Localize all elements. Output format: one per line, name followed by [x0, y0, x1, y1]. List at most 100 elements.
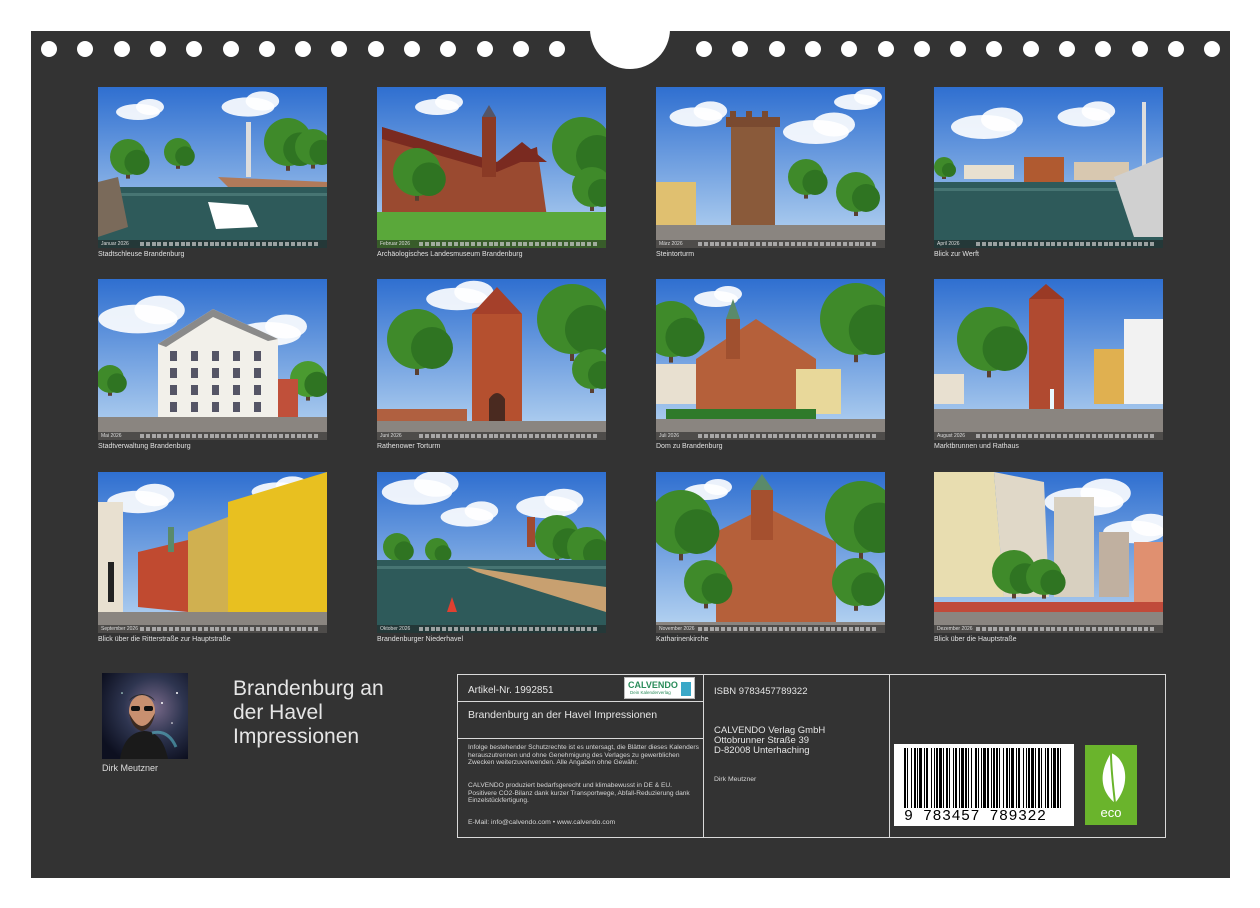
day-cell	[564, 434, 568, 438]
calendar-strip: Juli 2026	[656, 432, 885, 440]
photo-caption: Stadtschleuse Brandenburg	[98, 251, 185, 258]
contact-line: E-Mail: info@calvendo.com • www.calvendo…	[468, 819, 616, 826]
day-cell	[1068, 242, 1073, 246]
day-cell	[523, 434, 528, 438]
day-cell	[1144, 242, 1149, 246]
day-cell	[1144, 434, 1149, 438]
binding-hole	[512, 41, 529, 57]
day-cell	[267, 434, 272, 438]
day-cell	[848, 434, 853, 438]
calendar-strip: Mai 2026	[98, 432, 327, 440]
day-cell	[552, 434, 557, 438]
day-cell	[1132, 242, 1137, 246]
day-cell	[773, 434, 778, 438]
binding-hole	[986, 41, 1003, 57]
day-cell	[535, 627, 539, 631]
day-cell	[174, 242, 179, 246]
day-cell	[860, 434, 865, 438]
day-cell	[273, 434, 278, 438]
day-cell	[169, 242, 173, 246]
photo-caption: Brandenburger Niederhavel	[377, 636, 463, 643]
day-cell	[808, 242, 813, 246]
binding-hole	[222, 41, 239, 57]
day-cell	[453, 627, 458, 631]
day-cell	[459, 627, 464, 631]
day-cell	[1063, 242, 1067, 246]
title-line-3: Impressionen	[233, 725, 360, 748]
day-cell	[232, 627, 237, 631]
calvendo-logo-subtitle: Dein Kalenderverlag	[630, 690, 671, 695]
day-cell	[314, 242, 318, 246]
day-cell	[843, 242, 847, 246]
day-cell	[993, 242, 998, 246]
day-cell	[1005, 242, 1009, 246]
day-cell	[546, 434, 551, 438]
day-cell	[814, 627, 818, 631]
day-cell	[169, 627, 173, 631]
day-cell	[1086, 242, 1091, 246]
day-cell	[500, 434, 505, 438]
day-cell	[1051, 242, 1056, 246]
day-cell	[151, 242, 156, 246]
binding-hole	[1059, 41, 1075, 57]
day-cell	[1097, 242, 1102, 246]
day-cell	[761, 627, 766, 631]
month-label: Februar 2026	[380, 241, 411, 247]
day-cell	[267, 627, 272, 631]
day-cell	[145, 242, 150, 246]
day-cell	[831, 242, 836, 246]
day-cell	[866, 627, 871, 631]
day-cell	[587, 434, 592, 438]
day-cell	[465, 434, 470, 438]
day-cell	[302, 434, 307, 438]
day-cell	[1097, 434, 1102, 438]
binding-hole	[113, 41, 130, 57]
binding-hole	[732, 41, 749, 57]
day-cell	[738, 627, 743, 631]
day-cell	[523, 627, 528, 631]
day-cell	[981, 434, 986, 438]
day-cell	[500, 627, 505, 631]
binding-hole	[476, 41, 493, 57]
day-cell	[215, 627, 220, 631]
day-cell	[860, 242, 865, 246]
day-cell	[819, 434, 824, 438]
day-cell	[273, 627, 278, 631]
day-cell	[779, 242, 784, 246]
day-cell	[564, 242, 568, 246]
day-cell	[500, 242, 505, 246]
day-cell	[987, 434, 992, 438]
photo-caption: Dom zu Brandenburg	[656, 443, 723, 450]
day-cell	[488, 627, 493, 631]
day-cell	[703, 434, 708, 438]
day-cell	[198, 242, 202, 246]
day-cell	[1086, 627, 1091, 631]
day-cell	[488, 434, 493, 438]
day-cell	[453, 434, 458, 438]
day-cell	[215, 242, 220, 246]
day-cell	[558, 434, 563, 438]
day-cell	[1080, 242, 1085, 246]
day-cell	[1039, 242, 1044, 246]
binding-hole	[549, 41, 566, 57]
day-cell	[482, 627, 487, 631]
day-cell	[848, 627, 853, 631]
day-cell	[819, 627, 824, 631]
day-cell	[477, 242, 481, 246]
eco-badge: eco	[1085, 745, 1137, 825]
day-cell	[727, 434, 731, 438]
barcode: 9 783457 789322	[894, 744, 1074, 826]
day-cell	[796, 627, 801, 631]
day-cell	[587, 627, 592, 631]
day-cell	[494, 242, 499, 246]
article-number: Artikel-Nr. 1992851	[468, 685, 554, 696]
day-cell	[981, 627, 986, 631]
calvendo-logo-mark	[681, 682, 691, 696]
day-cell	[529, 434, 534, 438]
day-cell	[796, 242, 801, 246]
title-line-1: Brandenburg an	[233, 677, 384, 700]
day-cell	[186, 242, 191, 246]
day-cell	[1022, 242, 1027, 246]
day-cell	[1068, 627, 1073, 631]
day-cell	[174, 434, 179, 438]
